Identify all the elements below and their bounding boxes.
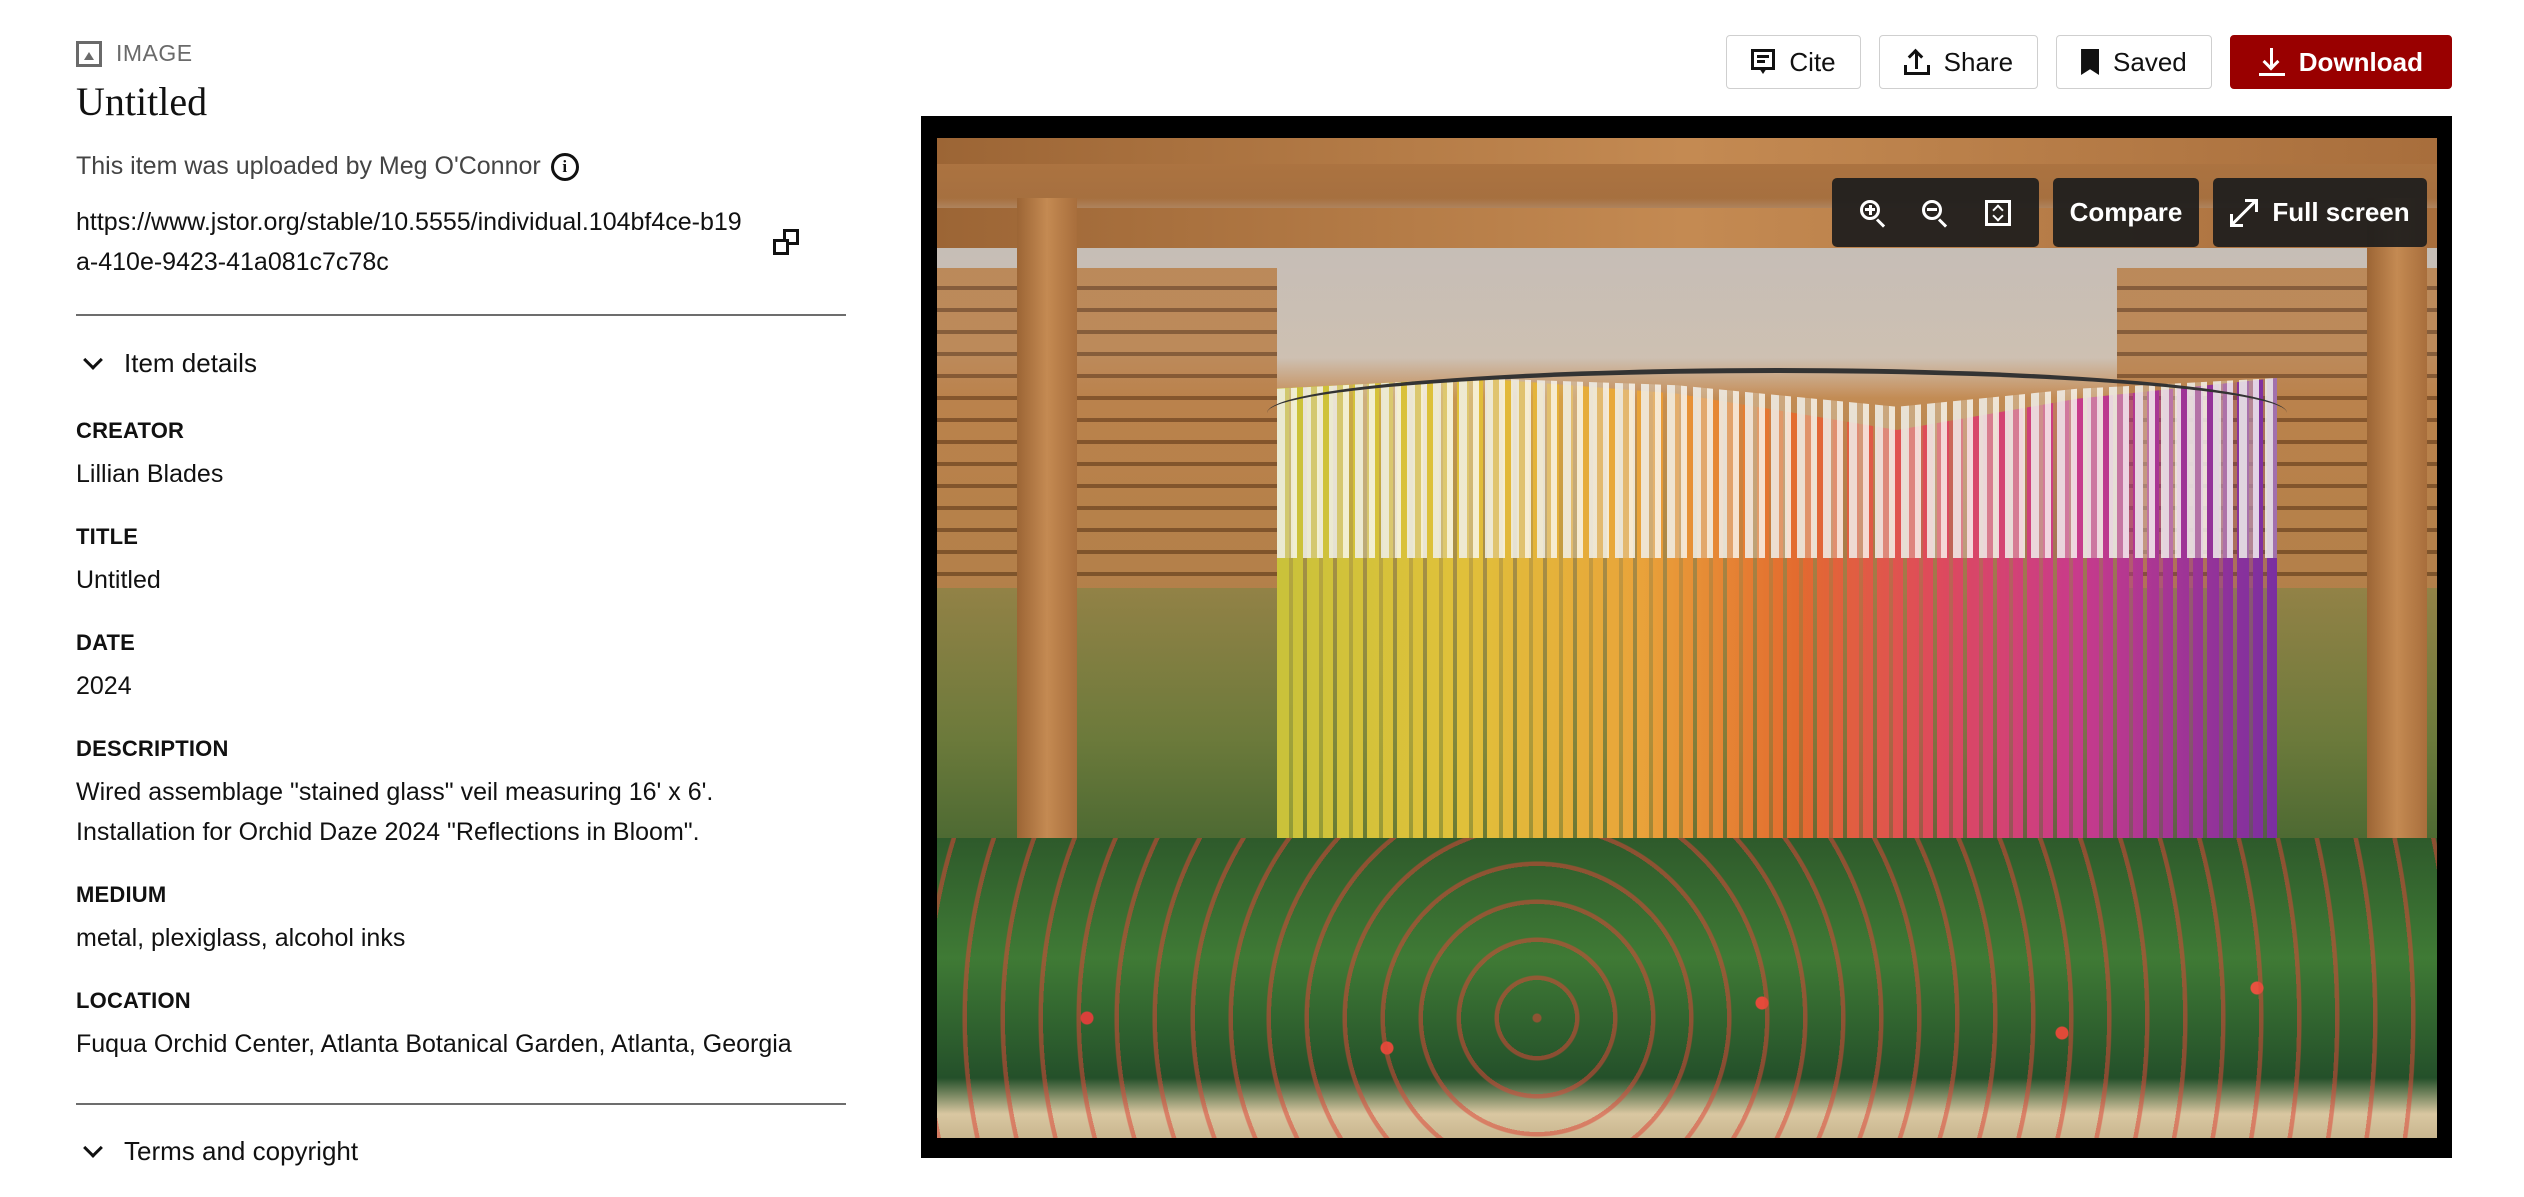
field-value: Wired assemblage "stained glass" veil me… <box>76 778 714 846</box>
stable-url-row: https://www.jstor.org/stable/10.5555/ind… <box>76 202 846 282</box>
pergola-slats <box>937 268 1277 588</box>
pergola-beam <box>937 208 2437 248</box>
download-button[interactable]: Download <box>2229 35 2452 89</box>
compare-label: Compare <box>2069 197 2183 227</box>
fullscreen-button[interactable]: Full screen <box>2213 178 2427 247</box>
field-description: DESCRIPTION Wired assemblage "stained gl… <box>76 736 776 852</box>
info-icon[interactable]: i <box>550 152 579 181</box>
flower-bed <box>937 838 2437 1138</box>
bookmark-icon <box>2081 49 2100 75</box>
field-value: Lillian Blades <box>76 460 224 488</box>
saved-label: Saved <box>2113 46 2187 77</box>
field-date: DATE 2024 <box>76 630 846 706</box>
artwork-image[interactable]: Compare Full screen <box>937 138 2437 1138</box>
share-label: Share <box>1943 46 2014 77</box>
field-title: TITLE Untitled <box>76 524 846 600</box>
item-details-toggle[interactable]: Item details <box>76 348 257 379</box>
compare-button[interactable]: Compare <box>2053 178 2199 247</box>
item-type-label: IMAGE <box>116 40 193 66</box>
divider <box>76 1103 846 1105</box>
image-icon <box>76 40 102 67</box>
chevron-down-icon <box>83 349 103 370</box>
copy-icon[interactable] <box>771 227 801 257</box>
image-viewer[interactable]: Compare Full screen <box>921 116 2452 1158</box>
uploader-text: This item was uploaded by Meg O'Connor <box>76 152 541 180</box>
field-value: 2024 <box>76 672 132 700</box>
field-label: LOCATION <box>76 988 191 1013</box>
share-icon <box>1903 48 1930 75</box>
cite-label: Cite <box>1789 46 1836 77</box>
fullscreen-label: Full screen <box>2272 197 2410 227</box>
field-creator: CREATOR Lillian Blades <box>76 418 846 494</box>
cite-icon <box>1751 49 1776 75</box>
download-label: Download <box>2298 46 2423 77</box>
field-location: LOCATION Fuqua Orchid Center, Atlanta Bo… <box>76 988 846 1064</box>
field-label: DATE <box>76 630 136 655</box>
field-value: Untitled <box>76 566 161 594</box>
field-label: TITLE <box>76 524 139 549</box>
zoom-out-icon[interactable] <box>1922 199 1948 228</box>
saved-button[interactable]: Saved <box>2056 35 2212 89</box>
download-icon <box>2258 48 2285 76</box>
pergola-beam <box>937 138 2437 164</box>
page-title: Untitled <box>76 79 208 124</box>
zoom-controls <box>1832 178 2039 247</box>
divider <box>76 314 846 316</box>
zoom-in-icon[interactable] <box>1860 199 1886 228</box>
stable-url[interactable]: https://www.jstor.org/stable/10.5555/ind… <box>76 202 746 282</box>
action-bar: Cite Share Saved Download <box>1726 35 2452 89</box>
field-label: MEDIUM <box>76 882 167 907</box>
field-label: DESCRIPTION <box>76 736 229 761</box>
cite-button[interactable]: Cite <box>1726 35 1861 89</box>
terms-label: Terms and copyright <box>124 1136 359 1166</box>
item-type-row: IMAGE <box>76 40 193 67</box>
uploader-line: This item was uploaded by Meg O'Connor i <box>76 152 579 181</box>
expand-icon <box>2230 198 2259 227</box>
share-button[interactable]: Share <box>1878 35 2039 89</box>
field-medium: MEDIUM metal, plexiglass, alcohol inks <box>76 882 846 958</box>
item-details-label: Item details <box>124 348 257 378</box>
field-value: Fuqua Orchid Center, Atlanta Botanical G… <box>76 1030 792 1058</box>
terms-toggle[interactable]: Terms and copyright <box>76 1136 358 1167</box>
chevron-down-icon <box>83 1137 103 1158</box>
fit-to-screen-icon[interactable] <box>1984 199 2011 226</box>
field-label: CREATOR <box>76 418 185 443</box>
field-value: metal, plexiglass, alcohol inks <box>76 924 406 952</box>
